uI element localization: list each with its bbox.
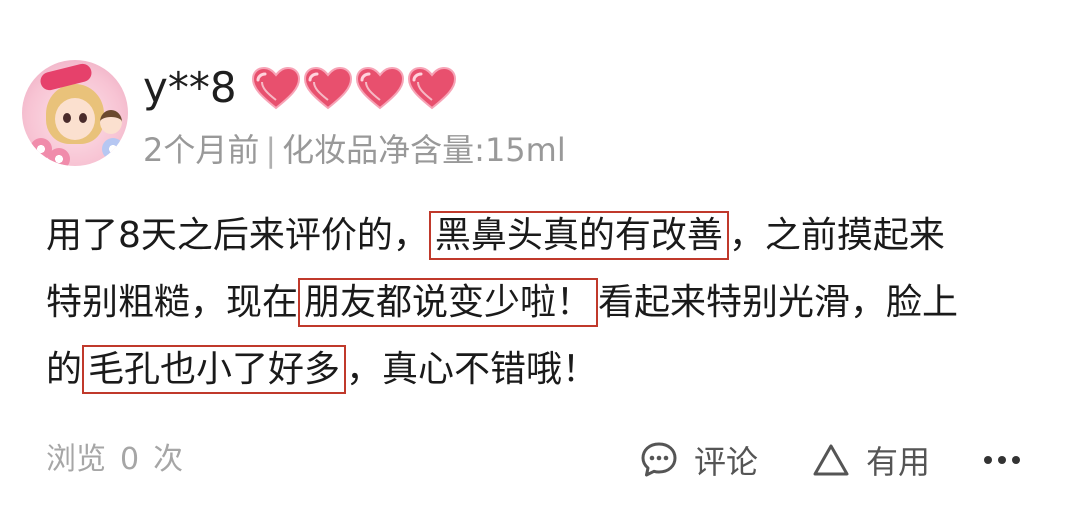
user-level-hearts xyxy=(251,66,457,110)
review-text: 用了8天之后来评价的， 黑鼻头真的有改善 ，之前摸起来 特别粗糙，现在 朋友都说变少啦… xyxy=(46,202,1046,403)
review-text-segment: 的 xyxy=(46,349,83,390)
triangle-up-icon xyxy=(813,444,849,476)
useful-label: 有用 xyxy=(866,443,931,481)
review-footer: 浏览 0 次 评论 有用 xyxy=(0,432,1080,488)
heart-icon xyxy=(303,66,352,110)
heart-icon xyxy=(355,66,404,110)
more-button[interactable] xyxy=(982,434,1022,486)
views-label: 浏览 xyxy=(46,442,106,477)
comment-label: 评论 xyxy=(694,443,759,481)
user-header: y**8 xyxy=(143,62,457,114)
chat-bubble-icon xyxy=(641,442,677,477)
review-text-segment: ，真心不错哦！ xyxy=(346,349,599,390)
view-count: 浏览 0 次 xyxy=(46,438,183,482)
avatar-flower xyxy=(102,138,124,160)
highlighted-phrase: 毛孔也小了好多 xyxy=(82,345,347,394)
views-count: 0 xyxy=(120,442,140,477)
avatar-eye xyxy=(79,113,87,123)
username[interactable]: y**8 xyxy=(143,62,237,114)
product-spec: 化妆品净含量:15ml xyxy=(282,131,566,169)
highlighted-phrase: 朋友都说变少啦！ xyxy=(298,278,599,327)
review-line: 用了8天之后来评价的， 黑鼻头真的有改善 ，之前摸起来 xyxy=(46,202,1046,269)
review-text-segment: 看起来特别光滑，脸上 xyxy=(598,282,959,323)
review-time: 2个月前 xyxy=(143,131,260,169)
avatar-eye xyxy=(63,113,71,123)
views-unit: 次 xyxy=(153,442,184,477)
avatar-face xyxy=(55,98,95,140)
review-text-segment: 特别粗糙，现在 xyxy=(46,282,299,323)
avatar-companion xyxy=(100,110,122,134)
useful-button[interactable]: 有用 xyxy=(812,434,930,486)
review-line: 的毛孔也小了好多 ，真心不错哦！ xyxy=(46,336,1046,403)
review-line: 特别粗糙，现在 朋友都说变少啦！ 看起来特别光滑，脸上 xyxy=(46,269,1046,336)
meta-separator: | xyxy=(265,131,277,169)
review-meta: 2个月前 | 化妆品净含量:15ml xyxy=(143,128,566,172)
comment-button[interactable]: 评论 xyxy=(640,434,758,486)
user-avatar[interactable] xyxy=(22,60,128,166)
review-text-segment: ，之前摸起来 xyxy=(728,215,945,256)
review-card: y**8 2个月前 | 化妆品净含量:15ml 用了8天之后来评价的， 黑鼻头真… xyxy=(0,0,1080,522)
heart-icon xyxy=(407,66,456,110)
avatar-flower xyxy=(48,148,70,166)
review-text-segment: 用了8天之后来评价的， xyxy=(46,215,429,256)
heart-icon xyxy=(251,66,300,110)
highlighted-phrase: 黑鼻头真的有改善 xyxy=(428,211,729,260)
more-dots-icon xyxy=(981,456,1023,464)
